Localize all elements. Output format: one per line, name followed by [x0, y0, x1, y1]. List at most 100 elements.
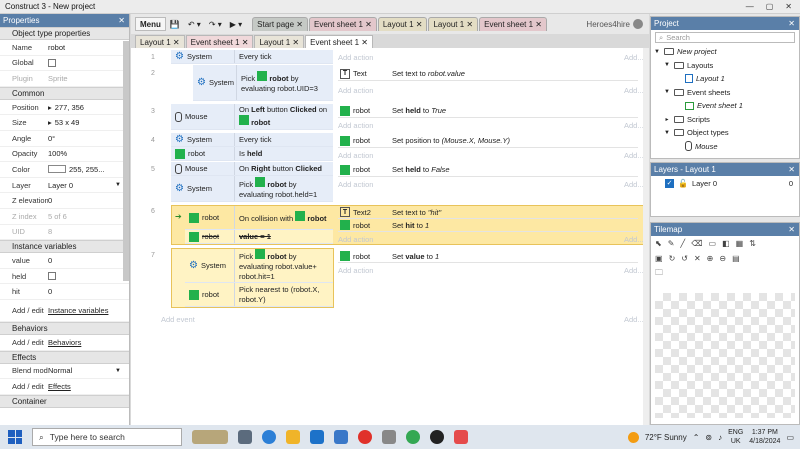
lock-icon[interactable]: 🔓: [678, 179, 688, 188]
chevron-down-icon[interactable]: ▼: [663, 62, 671, 68]
add-more[interactable]: Add...: [624, 121, 644, 130]
prop-name[interactable]: Name robot: [0, 40, 129, 56]
tree-item[interactable]: ▼ Layouts: [651, 59, 799, 73]
media-player-icon[interactable]: [430, 430, 444, 444]
chevron-down-icon[interactable]: ▼: [653, 49, 661, 55]
sheet-scrollbar[interactable]: [643, 48, 649, 425]
event-2-action[interactable]: T Text Set text to robot.value: [338, 67, 638, 81]
behaviors-link[interactable]: Behaviors: [48, 338, 129, 347]
network-icon[interactable]: ⊚: [705, 433, 712, 442]
task-view-icon[interactable]: [238, 430, 252, 444]
chevron-down-icon[interactable]: ▼: [115, 182, 121, 188]
color-swatch[interactable]: [48, 165, 66, 174]
event-6-condition-1[interactable]: robot On collision with robot: [185, 206, 333, 230]
play-icon[interactable]: ▶ ▾: [226, 20, 246, 29]
add-action[interactable]: Add action: [338, 235, 373, 244]
edge-icon[interactable]: [262, 430, 276, 444]
tree-item[interactable]: ▼ Object types: [651, 126, 799, 140]
folder-icon[interactable]: 🗀: [655, 267, 663, 281]
event-7-condition-2[interactable]: robot Pick nearest to (robot.X, robot.Y): [185, 283, 333, 307]
prop-value[interactable]: 277, 356: [55, 103, 84, 112]
weather-text[interactable]: 72°F Sunny: [645, 433, 687, 442]
pencil-icon[interactable]: ✎: [668, 239, 675, 248]
var-value[interactable]: value 0: [0, 253, 129, 269]
properties-scrollbar[interactable]: [123, 41, 129, 281]
add-more[interactable]: Add...: [624, 180, 644, 189]
add-action[interactable]: Add action: [338, 180, 373, 189]
prop-value[interactable]: Layer 0: [48, 181, 73, 190]
save-icon[interactable]: 💾: [166, 20, 184, 29]
user-account[interactable]: Heroes4hire: [586, 19, 643, 29]
event-5-condition-1[interactable]: Mouse On Right button Clicked: [171, 162, 333, 176]
undo-icon[interactable]: ↶ ▾: [184, 20, 205, 29]
event-2-condition[interactable]: ⚙ System Pick robot by evaluating robot.U…: [193, 65, 333, 101]
clock[interactable]: 1:37 PM 4/18/2024: [749, 428, 780, 446]
prop-angle[interactable]: Angle 0°: [0, 131, 129, 147]
prop-value[interactable]: 100%: [48, 149, 129, 158]
instance-variables-link[interactable]: Instance variables: [48, 306, 129, 315]
section-behaviors[interactable]: Behaviors: [0, 321, 129, 335]
zoom-out-icon[interactable]: ⊖: [719, 254, 726, 263]
chrome-icon[interactable]: [406, 430, 420, 444]
tree-item[interactable]: ▼ New project: [651, 45, 799, 59]
zoom-in-icon[interactable]: ⊕: [707, 254, 714, 263]
mail-icon[interactable]: [310, 430, 324, 444]
tree-item[interactable]: ▼ Event sheets: [651, 86, 799, 100]
rotate-icon[interactable]: ↻: [669, 254, 676, 263]
event-4-action[interactable]: robot Set position to (Mouse.X, Mouse.Y): [338, 134, 638, 148]
grid-icon[interactable]: ▦: [736, 239, 744, 248]
save-icon[interactable]: ▤: [732, 254, 740, 263]
add-action[interactable]: Add action: [338, 266, 373, 275]
flip-icon[interactable]: ⇅: [749, 239, 756, 248]
store-icon[interactable]: [334, 430, 348, 444]
prop-layer[interactable]: Layer Layer 0 ▼: [0, 178, 129, 194]
prop-value[interactable]: 0: [48, 196, 129, 205]
close-icon[interactable]: ✕: [118, 16, 125, 25]
tab-layout-1b[interactable]: Layout 1 ✕: [428, 17, 479, 31]
event-4-condition-1[interactable]: ⚙ System Every tick: [171, 133, 333, 147]
event-1-condition[interactable]: ⚙ System Every tick: [171, 50, 333, 64]
opera-icon[interactable]: [358, 430, 372, 444]
add-action[interactable]: Add action: [338, 151, 373, 160]
event-5-action[interactable]: robot Set held to False: [338, 163, 638, 177]
tab-start-page[interactable]: Start page ✕: [252, 17, 308, 31]
redo-icon[interactable]: ↷ ▾: [205, 20, 226, 29]
prop-size[interactable]: Size ▸ 53 x 49: [0, 115, 129, 131]
fill-icon[interactable]: ◧: [722, 239, 730, 248]
section-container[interactable]: Container: [0, 394, 129, 408]
rotate-ccw-icon[interactable]: ↺: [681, 254, 688, 263]
castle-widget-icon[interactable]: [192, 430, 228, 444]
prop-global[interactable]: Global: [0, 56, 129, 72]
tree-item[interactable]: Layout 1: [651, 72, 799, 86]
event-7-action[interactable]: robot Set value to 1: [338, 250, 638, 263]
chevron-down-icon[interactable]: ▼: [663, 89, 671, 95]
event-7-condition-1[interactable]: ⚙ System Pick robot by evaluating robot.v…: [185, 249, 333, 283]
line-icon[interactable]: ╱: [680, 239, 685, 248]
section-common[interactable]: Common: [0, 86, 129, 100]
subtab-layout-1b[interactable]: Layout 1 ✕: [254, 35, 305, 48]
tab-layout-1[interactable]: Layout 1 ✕: [377, 17, 428, 31]
event-3-condition[interactable]: Mouse On Left button Clicked on robot: [171, 104, 333, 130]
section-object-type[interactable]: Object type properties: [0, 27, 129, 40]
windows-start-icon[interactable]: [8, 430, 22, 444]
expand-icon[interactable]: ▸: [48, 103, 52, 112]
addedit-effects[interactable]: Add / edit Effects: [0, 379, 129, 395]
close-icon[interactable]: ✕: [788, 165, 795, 174]
add-event[interactable]: Add event: [161, 315, 195, 324]
tab-event-sheet-1b[interactable]: Event sheet 1 ✕: [479, 17, 547, 31]
tilemap-canvas[interactable]: [655, 293, 795, 418]
taskbar-search-input[interactable]: ⌕ Type here to search: [32, 428, 182, 446]
held-checkbox[interactable]: [48, 272, 56, 281]
subtab-layout-1[interactable]: Layout 1 ✕: [135, 35, 185, 48]
rectangle-icon[interactable]: ▭: [709, 239, 717, 248]
event-5-condition-2[interactable]: ⚙ System Pick robot by evaluating robot.h…: [171, 176, 333, 202]
subtab-event-sheet-1-active[interactable]: Event sheet 1 ✕: [305, 35, 373, 48]
layer-visible-checkbox[interactable]: ✓: [665, 178, 674, 188]
pointer-icon[interactable]: ⬉: [655, 239, 662, 248]
prop-blend-mode[interactable]: Blend modeNormal ▼: [0, 364, 129, 380]
event-3-action[interactable]: robot Set held to True: [338, 104, 638, 118]
prop-color[interactable]: Color 255, 255...: [0, 162, 129, 178]
minimize-icon[interactable]: —: [746, 2, 754, 11]
add-action[interactable]: Add action: [338, 86, 373, 95]
add-more[interactable]: Add...: [624, 235, 644, 244]
